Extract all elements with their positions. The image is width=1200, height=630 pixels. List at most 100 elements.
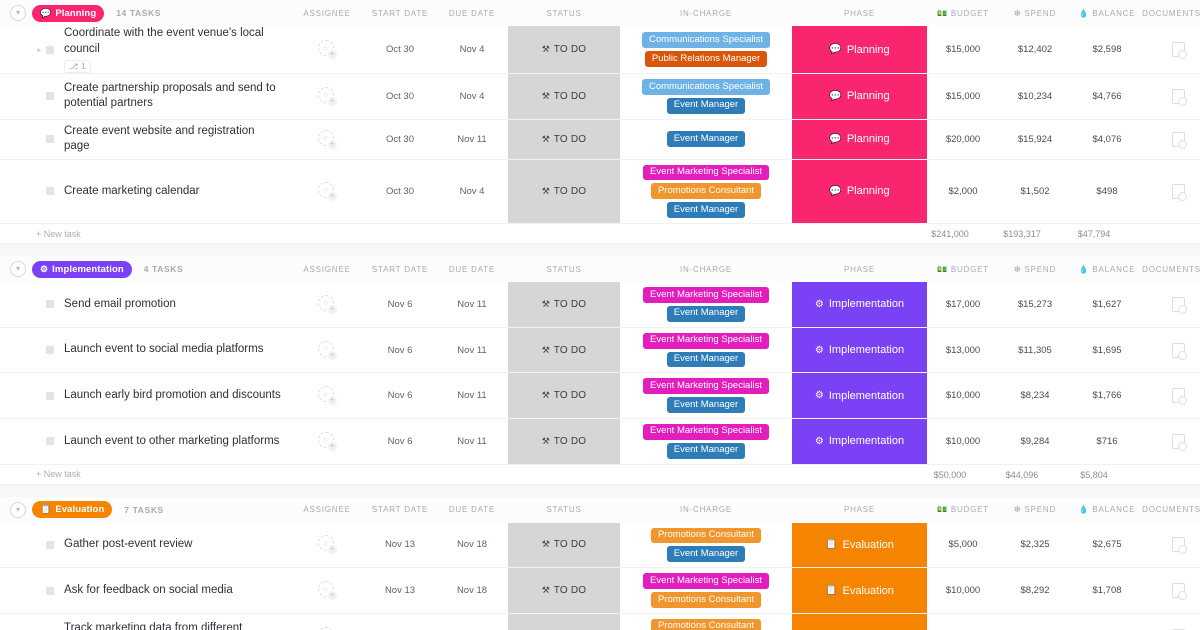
budget-cell[interactable]: $10,000 [927,614,999,630]
add-assignee-icon[interactable]: ○+ [318,295,337,314]
budget-cell[interactable]: $15,000 [927,26,999,73]
in-charge-tag[interactable]: Event Marketing Specialist [643,424,769,440]
documents-cell[interactable] [1143,328,1200,373]
task-name-cell[interactable]: Send email promotion [54,282,290,327]
add-assignee-icon[interactable]: ○+ [318,40,337,59]
balance-cell[interactable]: $716 [1071,419,1143,464]
row-handle[interactable] [0,160,54,223]
collapse-toggle-icon[interactable]: ▾ [10,261,26,277]
due-date-cell[interactable]: Nov 11 [436,373,508,418]
document-icon[interactable] [1172,583,1185,598]
assignee-cell[interactable]: ○+ [290,419,364,464]
task-name-cell[interactable]: Launch early bird promotion and discount… [54,373,290,418]
drag-handle-icon[interactable] [46,135,54,143]
documents-cell[interactable] [1143,26,1200,73]
start-date-cell[interactable]: Nov 13 [364,523,436,568]
spend-cell[interactable]: $8,292 [999,568,1071,613]
spend-cell[interactable]: $2,325 [999,523,1071,568]
in-charge-cell[interactable]: Communications Specialist Public Relation… [620,26,792,73]
due-date-cell[interactable]: Nov 18 [436,523,508,568]
budget-cell[interactable]: $2,000 [927,160,999,223]
in-charge-cell[interactable]: Event Marketing SpecialistEvent Manager [620,328,792,373]
in-charge-cell[interactable]: Promotions ConsultantEvent Manager [620,614,792,630]
in-charge-tag[interactable]: Event Manager [667,98,745,114]
task-name-cell[interactable]: Launch event to other marketing platform… [54,419,290,464]
in-charge-cell[interactable]: Promotions ConsultantEvent Manager [620,523,792,568]
status-cell[interactable]: ⚒TO DO [508,328,620,373]
drag-handle-icon[interactable] [46,187,54,195]
assignee-cell[interactable]: ○+ [290,74,364,119]
task-name-cell[interactable]: Create marketing calendar [54,160,290,223]
add-assignee-icon[interactable]: ○+ [318,386,337,405]
documents-cell[interactable] [1143,523,1200,568]
in-charge-tag[interactable]: Event Manager [667,397,745,413]
row-handle[interactable] [0,614,54,630]
due-date-cell[interactable]: Nov 11 [436,282,508,327]
balance-cell[interactable]: $2,598 [1071,26,1143,73]
status-cell[interactable]: ⚒TO DO [508,523,620,568]
add-assignee-icon[interactable]: ○+ [318,341,337,360]
start-date-cell[interactable]: Oct 30 [364,26,436,73]
spend-cell[interactable]: $10,234 [999,74,1071,119]
status-cell[interactable]: ⚒TO DO [508,419,620,464]
in-charge-tag[interactable]: Communications Specialist [642,32,770,48]
status-cell[interactable]: ⚒TO DO [508,160,620,223]
drag-handle-icon[interactable] [46,92,54,100]
in-charge-cell[interactable]: Event Marketing SpecialistEvent Manager [620,373,792,418]
phase-cell[interactable]: 📋Evaluation [792,614,927,630]
status-cell[interactable]: ⚒TO DO [508,614,620,630]
task-name-cell[interactable]: Launch event to social media platforms [54,328,290,373]
phase-cell[interactable]: 💬Planning [792,160,927,223]
documents-cell[interactable] [1143,568,1200,613]
assignee-cell[interactable]: ○+ [290,282,364,327]
task-name-cell[interactable]: Coordinate with the event venue's local … [54,26,290,73]
task-row[interactable]: Launch event to other marketing platform… [0,419,1200,465]
status-cell[interactable]: ⚒TO DO [508,282,620,327]
spend-cell[interactable]: $11,305 [999,328,1071,373]
document-icon[interactable] [1172,537,1185,552]
assignee-cell[interactable]: ○+ [290,26,364,73]
row-handle[interactable] [0,120,54,159]
budget-cell[interactable]: $13,000 [927,328,999,373]
budget-cell[interactable]: $17,000 [927,282,999,327]
add-assignee-icon[interactable]: ○+ [318,87,337,106]
in-charge-tag[interactable]: Promotions Consultant [651,619,761,630]
phase-cell[interactable]: ⚙Implementation [792,373,927,418]
document-icon[interactable] [1172,388,1185,403]
row-handle[interactable] [0,523,54,568]
documents-cell[interactable] [1143,614,1200,630]
group-status-badge[interactable]: ⚙Implementation [32,261,132,278]
phase-cell[interactable]: 📋Evaluation [792,568,927,613]
in-charge-tag[interactable]: Event Marketing Specialist [643,573,769,589]
assignee-cell[interactable]: ○+ [290,160,364,223]
in-charge-tag[interactable]: Event Manager [667,352,745,368]
start-date-cell[interactable]: Nov 6 [364,282,436,327]
due-date-cell[interactable]: Nov 4 [436,26,508,73]
start-date-cell[interactable]: Nov 13 [364,614,436,630]
in-charge-cell[interactable]: Event Marketing SpecialistPromotions Con… [620,568,792,613]
in-charge-tag[interactable]: Event Manager [667,202,745,218]
document-icon[interactable] [1172,184,1185,199]
document-icon[interactable] [1172,132,1185,147]
start-date-cell[interactable]: Nov 6 [364,328,436,373]
task-row[interactable]: Launch early bird promotion and discount… [0,373,1200,419]
phase-cell[interactable]: 💬Planning [792,74,927,119]
collapse-toggle-icon[interactable]: ▾ [10,5,26,21]
status-cell[interactable]: ⚒TO DO [508,120,620,159]
row-handle[interactable] [0,419,54,464]
task-name-cell[interactable]: Gather post-event review [54,523,290,568]
status-cell[interactable]: ⚒TO DO [508,74,620,119]
balance-cell[interactable]: $1,708 [1071,568,1143,613]
phase-cell[interactable]: ⚙Implementation [792,282,927,327]
group-status-badge[interactable]: 💬Planning [32,5,104,22]
balance-cell[interactable]: $1,627 [1071,282,1143,327]
document-icon[interactable] [1172,297,1185,312]
document-icon[interactable] [1172,89,1185,104]
in-charge-tag[interactable]: Public Relations Manager [645,51,767,67]
spend-cell[interactable]: $1,502 [999,160,1071,223]
budget-cell[interactable]: $10,000 [927,419,999,464]
budget-cell[interactable]: $5,000 [927,523,999,568]
add-assignee-icon[interactable]: ○+ [318,627,337,630]
task-row[interactable]: Launch event to social media platforms ○+… [0,328,1200,374]
balance-cell[interactable]: $1,766 [1071,373,1143,418]
